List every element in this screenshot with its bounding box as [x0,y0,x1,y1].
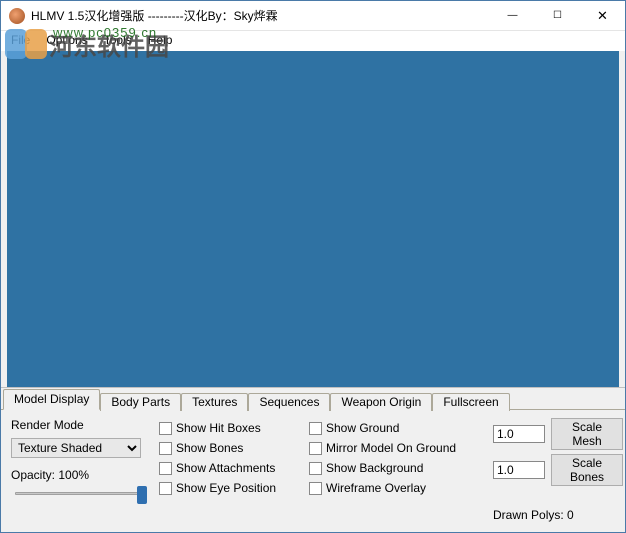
render-mode-dropdown[interactable]: Texture Shaded [11,438,141,458]
scale-bones-input[interactable] [493,461,545,479]
tabstrip: Model Display Body Parts Textures Sequen… [1,388,625,410]
label-background: Show Background [326,461,423,475]
render-mode-label: Render Mode [11,418,151,432]
menu-file[interactable]: File [3,31,38,49]
label-mirror: Mirror Model On Ground [326,441,456,455]
render-mode-group: Render Mode Texture Shaded Opacity: 100% [11,418,151,522]
viewport-3d[interactable]: 河东软件园 www.pc0359.cn [1,51,625,387]
checkbox-wireframe[interactable] [309,482,322,495]
label-eye-position: Show Eye Position [176,481,276,495]
tab-weapon-origin[interactable]: Weapon Origin [330,393,432,411]
scale-bones-button[interactable]: Scale Bones [551,454,623,486]
app-icon [9,8,25,24]
tab-body-parts[interactable]: Body Parts [100,393,181,411]
maximize-button[interactable]: ☐ [535,1,580,31]
scale-mesh-input[interactable] [493,425,545,443]
scale-mesh-button[interactable]: Scale Mesh [551,418,623,450]
checkbox-ground[interactable] [309,422,322,435]
label-ground: Show Ground [326,421,399,435]
menu-tools[interactable]: Tools [96,31,140,49]
menu-options[interactable]: Options [38,31,95,49]
checkbox-attachments[interactable] [159,462,172,475]
menubar: File Options Tools Help [1,31,625,51]
label-hit-boxes: Show Hit Boxes [176,421,261,435]
titlebar: HLMV 1.5汉化增强版 ---------汉化By：Sky烨霖 — ☐ ✕ [1,1,625,31]
opacity-label: Opacity: 100% [11,468,89,482]
checkbox-mirror[interactable] [309,442,322,455]
tab-fullscreen[interactable]: Fullscreen [432,393,509,411]
scale-group: Scale Mesh Scale Bones Drawn Polys: 0 [487,418,623,522]
checkbox-eye-position[interactable] [159,482,172,495]
opacity-slider[interactable] [11,484,151,504]
tab-content-model-display: Render Mode Texture Shaded Opacity: 100%… [1,410,625,532]
window-title: HLMV 1.5汉化增强版 ---------汉化By：Sky烨霖 [31,7,278,24]
tab-model-display[interactable]: Model Display [3,389,100,410]
checkbox-hit-boxes[interactable] [159,422,172,435]
label-bones: Show Bones [176,441,243,455]
bottom-panel: Model Display Body Parts Textures Sequen… [1,387,625,532]
slider-track [15,492,147,495]
display-options: Show Hit Boxes Show Ground Show Bones Mi… [159,418,479,522]
slider-thumb[interactable] [137,486,147,504]
drawn-polys-label: Drawn Polys: 0 [493,508,574,522]
label-wireframe: Wireframe Overlay [326,481,426,495]
checkbox-background[interactable] [309,462,322,475]
minimize-button[interactable]: — [490,1,535,31]
tab-textures[interactable]: Textures [181,393,248,411]
tab-sequences[interactable]: Sequences [248,393,330,411]
checkbox-bones[interactable] [159,442,172,455]
close-button[interactable]: ✕ [580,1,625,31]
menu-help[interactable]: Help [140,31,181,49]
label-attachments: Show Attachments [176,461,275,475]
